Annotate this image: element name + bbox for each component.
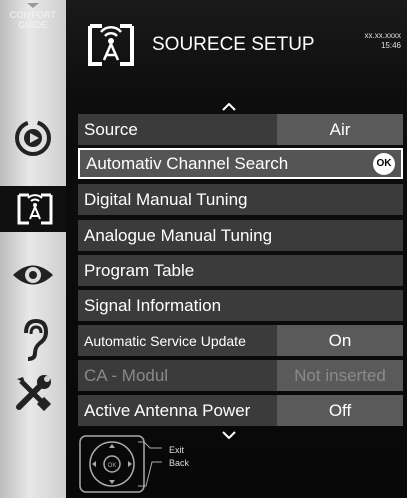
comfort-guide-sidebar: COMFORT GUIDE [0, 0, 70, 498]
menu-item-signal-information[interactable]: Signal Information [78, 290, 403, 321]
menu-item-value[interactable]: Off [277, 395, 403, 426]
time-text: 15:46 [380, 41, 401, 50]
menu-item-label: Program Table [84, 260, 195, 280]
guide-label-line2: GUIDE [18, 20, 48, 30]
remote-dpad-icon: OK [79, 435, 162, 493]
source-play-icon[interactable] [8, 115, 58, 161]
date-text: xx.xx.xxxx [364, 31, 401, 40]
tools-settings-icon[interactable] [8, 370, 58, 416]
menu-item-automatic-channel-search[interactable]: Automativ Channel Search OK [78, 148, 403, 179]
menu-item-digital-manual-tuning[interactable]: Digital Manual Tuning [78, 184, 403, 215]
menu-item-label: Automatic Service Update [84, 332, 246, 349]
antenna-setup-icon[interactable] [0, 186, 70, 232]
menu-item-label: Analogue Manual Tuning [84, 225, 273, 245]
remote-legend: OK Exit Back [78, 434, 403, 494]
eye-picture-icon[interactable] [8, 252, 58, 298]
menu-item-value[interactable]: On [277, 325, 403, 356]
menu-item-active-antenna-power[interactable]: Active Antenna Power Off [78, 395, 403, 426]
menu-item-analogue-manual-tuning[interactable]: Analogue Manual Tuning [78, 220, 403, 251]
menu-item-label: Signal Information [84, 295, 222, 315]
menu-item-label: Active Antenna Power [84, 400, 251, 420]
menu-item-label: Source [84, 119, 138, 139]
legend-back-label: Back [169, 458, 190, 468]
legend-ok-text: OK [108, 463, 117, 469]
menu-item-label: Digital Manual Tuning [84, 189, 248, 209]
menu-item-program-table[interactable]: Program Table [78, 255, 403, 286]
menu-item-label: Automativ Channel Search [86, 153, 289, 173]
menu-item-automatic-service-update[interactable]: Automatic Service Update On [78, 325, 403, 356]
legend-exit-label: Exit [169, 445, 185, 455]
menu-item-value: Not inserted [277, 360, 403, 391]
guide-label-line1: COMFORT [9, 10, 57, 20]
menu-item-value[interactable]: Air [277, 114, 403, 145]
menu-item-source[interactable]: Source Air [78, 114, 403, 145]
antenna-header-icon [82, 20, 140, 75]
menu-item-label: CA - Modul [84, 365, 169, 385]
ear-sound-icon[interactable] [8, 316, 58, 362]
ok-button-icon[interactable]: OK [373, 152, 395, 175]
menu-item-ca-modul: CA - Modul Not inserted [78, 360, 403, 391]
sidebar-up-arrow-icon [27, 3, 39, 8]
comfort-guide-label: COMFORT GUIDE [0, 10, 66, 30]
date-time: xx.xx.xxxx 15:46 [365, 31, 401, 51]
